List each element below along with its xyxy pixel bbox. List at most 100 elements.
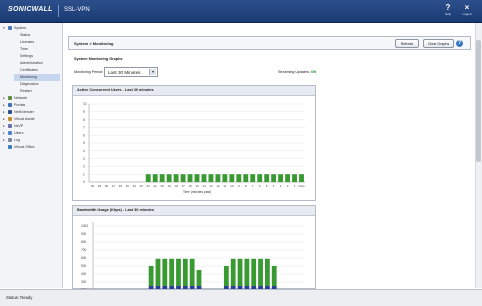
virtual-office-icon xyxy=(8,145,12,149)
expand-arrow-icon[interactable]: ▸ xyxy=(3,102,5,109)
sonicwall-logo: SONICWALL xyxy=(8,6,53,13)
y-tick-label: 300 xyxy=(81,280,87,284)
expand-arrow-icon[interactable]: ▸ xyxy=(3,109,5,116)
sidebar-item-netextender[interactable]: ▸ NetExtender xyxy=(2,109,60,116)
bar xyxy=(152,174,158,182)
sidebar-item-network[interactable]: ▸ Network xyxy=(2,95,60,102)
bar-segment xyxy=(251,258,257,286)
portals-icon xyxy=(8,103,12,107)
sidebar-item-label: NetExtender xyxy=(14,110,34,114)
sidebar-item-licenses[interactable]: Licenses xyxy=(14,39,60,46)
bar xyxy=(250,174,256,182)
sidebar-item-nxvp[interactable]: ▸ NxVP xyxy=(2,123,60,130)
sidebar-item-virtual-assist[interactable]: ▸ Virtual Assist xyxy=(2,116,60,123)
x-tick-label: 28 xyxy=(105,184,109,188)
bar-segment xyxy=(271,266,277,286)
x-tick-label: 8 xyxy=(245,184,247,188)
bar-segment xyxy=(189,258,195,286)
clear-graphs-button[interactable]: Clear Graphs xyxy=(423,39,454,48)
scrollbar-thumb[interactable] xyxy=(476,40,481,162)
bar xyxy=(229,174,235,182)
sidebar-item-label: Log xyxy=(14,138,20,142)
page-title-bar: System > Monitoring Refresh Clear Graphs… xyxy=(68,36,471,50)
x-tick-label: 7 xyxy=(252,184,254,188)
streaming-updates-label: Streaming Updates: xyxy=(278,70,310,74)
chevron-down-icon: ▼ xyxy=(149,69,156,75)
x-tick-label: Now xyxy=(299,184,306,188)
logout-label: Logout xyxy=(462,12,472,16)
y-tick-label: 800 xyxy=(81,240,87,244)
sidebar-item-portals[interactable]: ▸ Portals xyxy=(2,102,60,109)
expand-arrow-icon[interactable]: ▸ xyxy=(3,116,5,123)
expand-arrow-icon[interactable]: ▸ xyxy=(3,95,5,102)
sidebar-item-virtual-office[interactable]: Virtual Office xyxy=(2,144,60,151)
monitor-icon xyxy=(8,26,12,30)
help-circle-icon[interactable]: ? xyxy=(456,40,463,47)
bar xyxy=(285,174,291,182)
sidebar-item-label: Settings xyxy=(20,54,33,58)
x-tick-label: 9 xyxy=(238,184,240,188)
sidebar-item-label: Portals xyxy=(14,103,26,107)
sidebar-item-certificates[interactable]: Certificates xyxy=(14,67,60,74)
y-tick-label: 9 xyxy=(83,110,85,114)
y-tick-label: 10 xyxy=(83,102,87,106)
sidebar-item-diagnostics[interactable]: Diagnostics xyxy=(14,81,60,88)
sidebar-item-users[interactable]: ▸ Users xyxy=(2,130,60,137)
bar-segment xyxy=(264,258,270,286)
y-tick-label: 5 xyxy=(83,141,85,145)
expand-arrow-icon[interactable]: ▸ xyxy=(3,137,5,144)
bar-segment xyxy=(237,258,243,286)
sidebar-item-settings[interactable]: Settings xyxy=(14,53,60,60)
y-tick-label: 700 xyxy=(81,248,87,252)
bar-segment xyxy=(196,270,202,286)
bar xyxy=(215,174,221,182)
sidebar-item-label: Certificates xyxy=(20,68,38,72)
sidebar-item-log[interactable]: ▸ Log xyxy=(2,137,60,144)
sidebar-item-label: NxVP xyxy=(14,124,24,128)
bar xyxy=(222,174,228,182)
netextender-icon xyxy=(8,110,12,114)
sidebar-item-restart[interactable]: Restart xyxy=(14,88,60,95)
x-tick-label: 15 xyxy=(195,184,199,188)
x-tick-label: 16 xyxy=(188,184,192,188)
monitoring-period-select[interactable]: Last 30 Minutes ▼ xyxy=(104,67,158,77)
top-header-bar: SONICWALL SSL-VPN ? Help × Logout xyxy=(0,0,482,23)
chart-title: Bandwidth Usage (Kbps) - Last 30 minutes xyxy=(77,208,155,212)
sidebar-item-administration[interactable]: Administration xyxy=(14,60,60,67)
expand-arrow-icon[interactable]: ▸ xyxy=(3,130,5,137)
nxvp-icon xyxy=(8,124,12,128)
streaming-updates: Streaming Updates: ON xyxy=(278,70,316,74)
breadcrumb: System > Monitoring xyxy=(74,41,114,46)
sidebar-item-monitoring[interactable]: Monitoring xyxy=(14,74,60,81)
y-tick-label: 8 xyxy=(83,118,85,122)
bar xyxy=(257,174,263,182)
bandwidth-chart: 1000900800700600500400300200 xyxy=(81,222,305,290)
refresh-button[interactable]: Refresh xyxy=(395,39,419,48)
bar xyxy=(194,174,200,182)
expand-arrow-icon[interactable]: ▸ xyxy=(3,123,5,130)
y-tick-label: 1000 xyxy=(81,224,88,228)
expand-arrow-icon[interactable]: ▾ xyxy=(3,25,5,32)
bar xyxy=(278,174,284,182)
logout-button[interactable]: × Logout xyxy=(456,3,478,16)
bar xyxy=(180,174,186,182)
sidebar-item-label: Virtual Office xyxy=(14,145,35,149)
sidebar-item-system[interactable]: ▾ System xyxy=(2,25,60,32)
sidebar-item-label: Time xyxy=(20,47,28,51)
monitoring-period-label: Monitoring Period: xyxy=(74,70,104,74)
bar-segment xyxy=(148,266,154,286)
y-tick-label: 1 xyxy=(83,172,85,176)
active-users-chart: 01234567891030 29 28 27 26 25 24 23 22 21 20 19 18 17… xyxy=(83,102,306,194)
bar xyxy=(271,174,277,182)
x-tick-label: 27 xyxy=(112,184,116,188)
x-tick-label: 14 xyxy=(202,184,206,188)
x-tick-label: 19 xyxy=(167,184,171,188)
x-tick-label: 23 xyxy=(140,184,144,188)
product-name: SSL-VPN xyxy=(64,7,90,13)
x-tick-label: 18 xyxy=(174,184,178,188)
y-tick-label: 3 xyxy=(83,157,85,161)
sidebar-item-time[interactable]: Time xyxy=(14,46,60,53)
x-tick-label: 30 xyxy=(91,184,95,188)
sidebar-item-status[interactable]: Status xyxy=(14,32,60,39)
x-tick-label: 5 xyxy=(266,184,268,188)
